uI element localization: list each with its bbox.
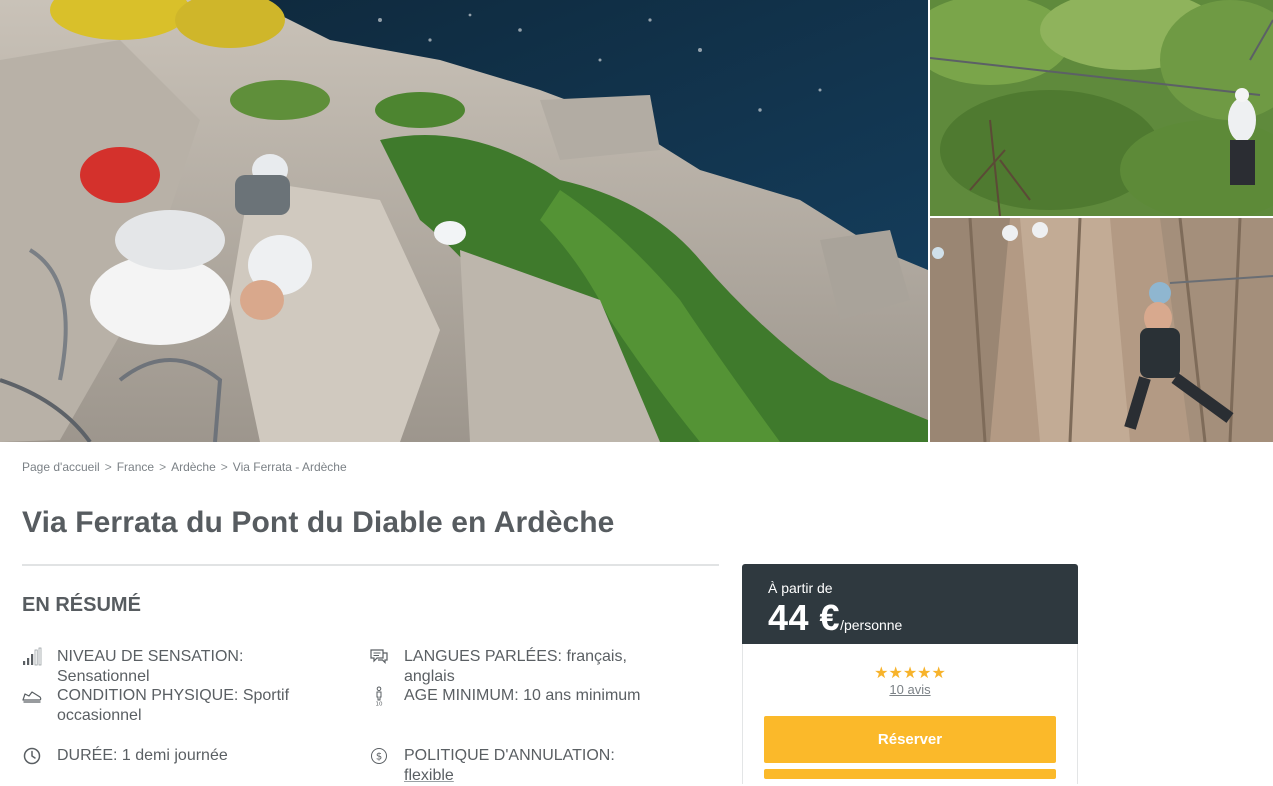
price-unit: /personne (840, 617, 903, 633)
photo-climber-on-rock-wall (930, 218, 1273, 442)
fact-cancellation-policy: $ POLITIQUE D'ANNULATION: flexible (369, 746, 664, 786)
fact-label: POLITIQUE D'ANNULATION: (404, 747, 615, 764)
dollar-circle-icon: $ (369, 746, 389, 766)
price-amount: 44 € (768, 597, 841, 638)
signal-bars-icon (22, 647, 42, 667)
secondary-action-button[interactable] (764, 769, 1056, 779)
clock-icon (22, 746, 42, 766)
price-header: À partir de 44 €/personne (742, 564, 1078, 644)
breadcrumb-separator: > (104, 460, 112, 474)
fact-physical-condition: CONDITION PHYSIQUE: Sportif occasionnel (22, 686, 317, 726)
rating-stars: ★★★★★ (874, 665, 946, 682)
booking-body: ★★★★★ 10 avis Réserver (742, 644, 1078, 784)
fact-label: CONDITION PHYSIQUE: (57, 687, 239, 704)
photo-climbers-above-river (0, 0, 928, 442)
breadcrumb-item-ardeche[interactable]: Ardèche (171, 460, 216, 474)
speech-bubbles-icon (369, 647, 389, 667)
summary-heading: EN RÉSUMÉ (22, 594, 141, 616)
svg-text:$: $ (376, 752, 382, 763)
fact-value: Sensationnel (57, 668, 150, 685)
fact-label: DURÉE: (57, 747, 118, 764)
photo-gallery (0, 0, 1273, 442)
gallery-photo-top-right[interactable] (930, 0, 1273, 216)
fact-value: 10 ans minimum (523, 687, 641, 704)
breadcrumb: Page d'accueil > France > Ardèche > Via … (22, 460, 347, 474)
breadcrumb-separator: > (220, 460, 228, 474)
gallery-photo-main[interactable] (0, 0, 928, 442)
photo-zipline-over-forest (930, 0, 1273, 216)
fact-minimum-age: 10 AGE MINIMUM: 10 ans minimum (369, 686, 641, 706)
book-button[interactable]: Réserver (764, 716, 1056, 763)
sneaker-icon (22, 686, 42, 706)
person-age-icon: 10 (369, 686, 389, 706)
gallery-photo-bottom-right[interactable] (930, 218, 1273, 442)
fact-duration: DURÉE: 1 demi journée (22, 746, 228, 766)
svg-text:10: 10 (376, 702, 383, 707)
page-title: Via Ferrata du Pont du Diable en Ardèche (22, 506, 615, 539)
booking-card: À partir de 44 €/personne ★★★★★ 10 avis … (742, 564, 1078, 784)
fact-label: LANGUES PARLÉES: (404, 648, 562, 665)
reviews: 10 avis (743, 682, 1077, 697)
breadcrumb-item-france[interactable]: France (117, 460, 154, 474)
fact-label: AGE MINIMUM: (404, 687, 519, 704)
price-from-label: À partir de (768, 580, 833, 596)
fact-value: 1 demi journée (121, 747, 228, 764)
title-divider (22, 564, 719, 566)
breadcrumb-separator: > (159, 460, 167, 474)
fact-sensation-level: NIVEAU DE SENSATION: Sensationnel (22, 647, 317, 687)
fact-languages: LANGUES PARLÉES: français, anglais (369, 647, 664, 687)
price: 44 €/personne (768, 597, 902, 639)
fact-label: NIVEAU DE SENSATION: (57, 648, 244, 665)
reviews-link[interactable]: 10 avis (889, 682, 930, 697)
breadcrumb-item-via-ferrata[interactable]: Via Ferrata - Ardèche (233, 460, 347, 474)
breadcrumb-item-home[interactable]: Page d'accueil (22, 460, 100, 474)
cancellation-policy-link[interactable]: flexible (404, 767, 454, 784)
